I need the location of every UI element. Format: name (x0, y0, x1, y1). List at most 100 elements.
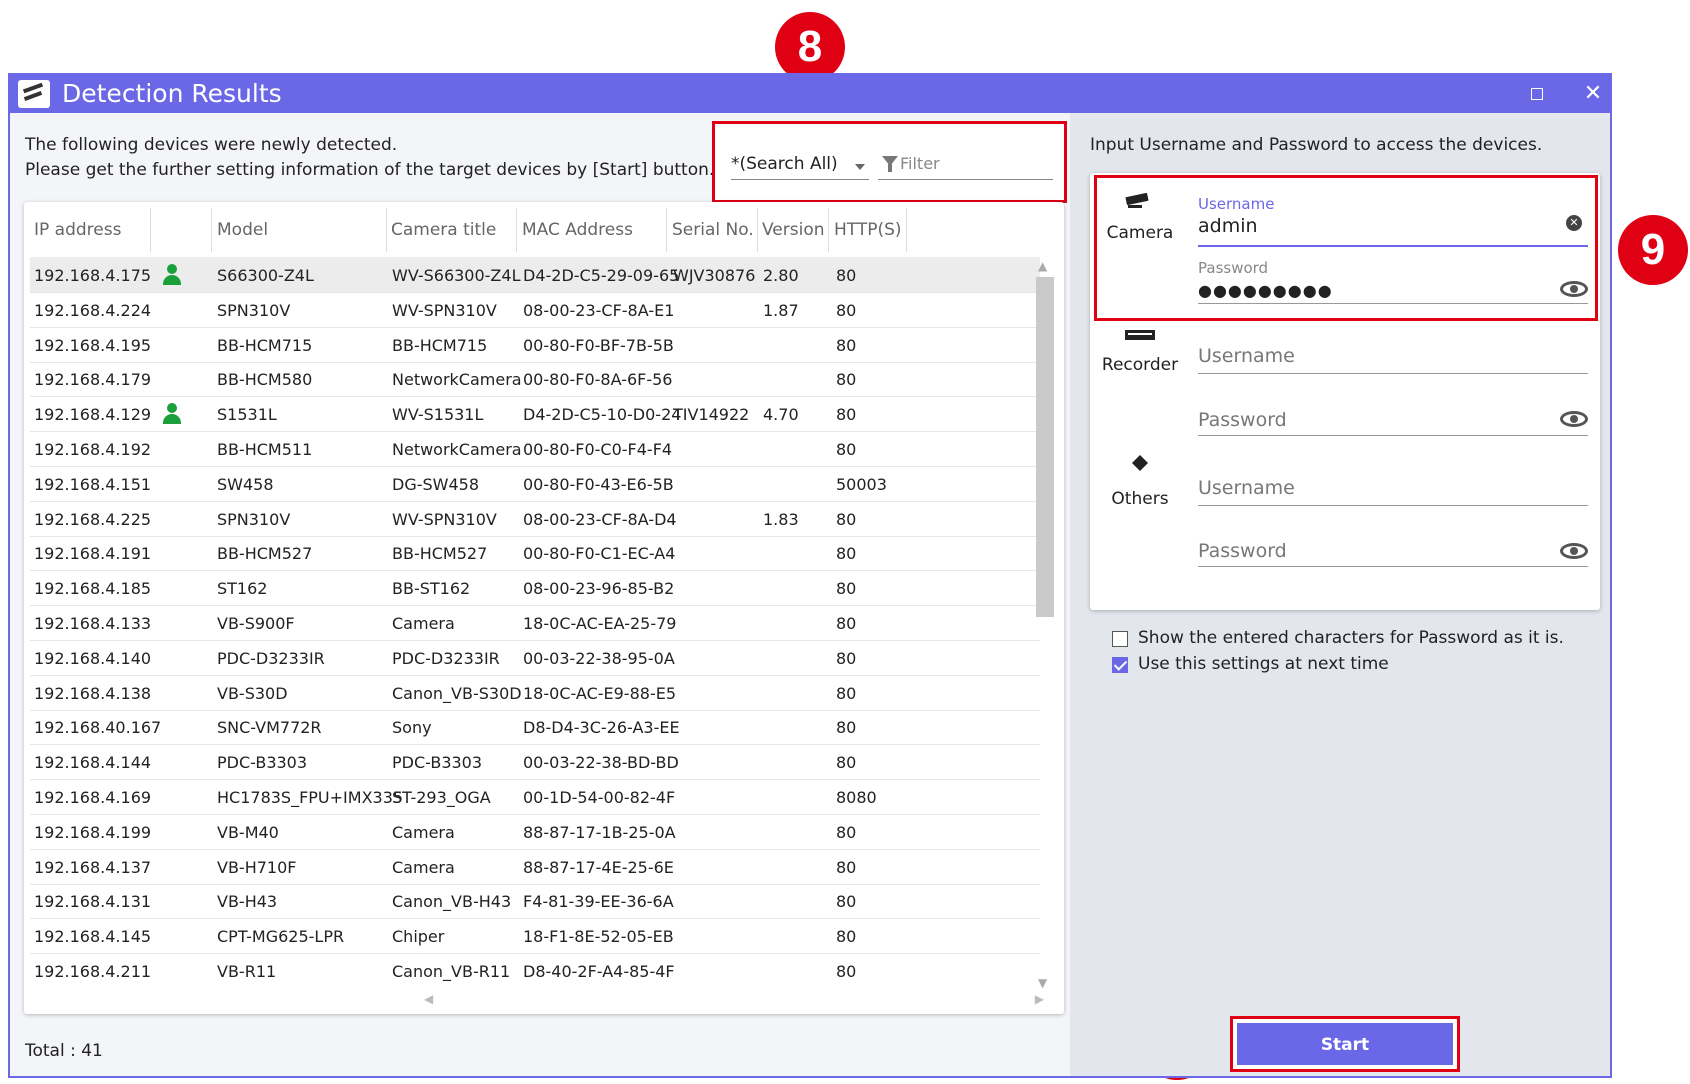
cell-http: 80 (836, 300, 857, 320)
cell-mac: 00-1D-54-00-82-4F (523, 788, 676, 807)
cell-http: 80 (836, 335, 857, 355)
use-next-time-checkbox[interactable] (1112, 657, 1128, 673)
table-row[interactable]: 192.168.4.224 SPN310V WV-SPN310V 08-00-23-C… (30, 292, 1040, 328)
scroll-down-icon[interactable]: ▼ (1038, 976, 1047, 990)
show-password-checkbox[interactable] (1112, 631, 1128, 647)
show-password-eye-icon[interactable] (1560, 281, 1588, 297)
column-header-ip[interactable]: IP address (34, 220, 121, 240)
cell-model: VB-S900F (217, 614, 295, 633)
recorder-show-password-eye-icon[interactable] (1560, 411, 1588, 427)
cell-http: 80 (836, 579, 857, 599)
others-diamond-icon (1132, 455, 1148, 471)
recorder-label: Recorder (1101, 355, 1179, 375)
horizontal-scrollbar[interactable]: ◀ ▶ (424, 992, 1044, 1010)
cell-mac: 18-0C-AC-EA-25-79 (523, 614, 677, 633)
cell-ip: 192.168.4.145 (34, 927, 152, 947)
table-row[interactable]: 192.168.4.133 VB-S900F Camera 18-0C-AC-EA-2… (30, 605, 1040, 641)
cell-ip: 192.168.4.225 (34, 509, 152, 529)
cell-http: 80 (836, 370, 857, 390)
cell-model: VB-M40 (217, 822, 279, 842)
table-row[interactable]: 192.168.4.169 HC1783S_FPU+IMX335 ST-293_OG… (30, 779, 1040, 815)
cell-ip: 192.168.4.192 (34, 440, 152, 459)
table-body: 192.168.4.175 S66300-Z4L WV-S66300-Z4L D4-2… (30, 257, 1040, 985)
camera-username-input[interactable] (1198, 245, 1588, 247)
callout-badge-9: 9 (1618, 215, 1688, 285)
clear-icon[interactable]: ✕ (1566, 215, 1582, 231)
others-show-password-eye-icon[interactable] (1560, 543, 1588, 559)
table-row[interactable]: 192.168.4.191 BB-HCM527 BB-HCM527 00-80-F0-… (30, 535, 1040, 572)
cell-http: 80 (836, 440, 857, 459)
cell-camera-title: Camera (392, 614, 455, 633)
cell-http: 80 (836, 509, 857, 529)
others-username-input[interactable] (1198, 505, 1588, 506)
cell-mac: 18-F1-8E-52-05-EB (523, 927, 674, 947)
close-button[interactable]: ✕ (1578, 81, 1608, 107)
scroll-left-icon[interactable]: ◀ (424, 992, 433, 1006)
others-label: Others (1111, 489, 1169, 509)
recorder-username-input[interactable] (1198, 373, 1588, 374)
maximize-button[interactable] (1522, 81, 1552, 107)
column-header-version[interactable]: Version (762, 220, 825, 240)
cell-model: PDC-D3233IR (217, 648, 325, 668)
cell-ip: 192.168.4.133 (34, 614, 152, 633)
cell-camera-title: WV-SPN310V (392, 509, 497, 529)
camera-label: Camera (1106, 223, 1174, 243)
scrollbar-thumb[interactable] (1036, 277, 1054, 617)
column-header-camera-title[interactable]: Camera title (391, 220, 496, 240)
table-row[interactable]: 192.168.4.140 PDC-D3233IR PDC-D3233IR 00-03… (30, 640, 1040, 676)
table-row[interactable]: 192.168.4.225 SPN310V WV-SPN310V 08-00-23-C… (30, 501, 1040, 537)
camera-password-input[interactable] (1198, 303, 1588, 304)
table-row[interactable]: 192.168.4.137 VB-H710F Camera 88-87-17-4E-2… (30, 849, 1040, 885)
table-row[interactable]: 192.168.4.179 BB-HCM580 NetworkCamera 00-80… (30, 361, 1040, 398)
table-row[interactable]: 192.168.4.211 VB-R11 Canon_VB-R11 D8-40-2F-… (30, 953, 1040, 985)
detection-results-window: Detection Results ✕ The following device… (8, 73, 1612, 1078)
table-row[interactable]: 192.168.4.144 PDC-B3303 PDC-B3303 00-03-22-… (30, 744, 1040, 781)
cell-camera-title: Camera (392, 822, 455, 842)
cell-camera-title: WV-S66300-Z4L (392, 266, 521, 285)
cell-camera-title: Camera (392, 857, 455, 877)
search-scope-dropdown[interactable]: *(Search All) (731, 154, 869, 180)
column-header-mac[interactable]: MAC Address (522, 220, 633, 240)
scroll-up-icon[interactable]: ▲ (1038, 259, 1047, 273)
filter-input[interactable]: Filter (878, 154, 1053, 180)
chevron-down-icon (855, 164, 865, 170)
table-row[interactable]: 192.168.4.145 CPT-MG625-LPR Chiper 18-F1-8E… (30, 918, 1040, 955)
cell-model: VB-S30D (217, 683, 288, 703)
user-status-icon (162, 264, 182, 286)
cell-camera-title: NetworkCamera (392, 440, 522, 459)
table-row[interactable]: 192.168.4.131 VB-H43 Canon_VB-H43 F4-81-39-… (30, 883, 1040, 920)
cell-ip: 192.168.4.195 (34, 335, 152, 355)
table-row[interactable]: 192.168.4.151 SW458 DG-SW458 00-80-F0-43-E6… (30, 466, 1040, 502)
table-row[interactable]: 192.168.4.199 VB-M40 Camera 88-87-17-1B-25-… (30, 814, 1040, 850)
cell-mac: 00-80-F0-43-E6-5B (523, 474, 674, 494)
cell-model: VB-H43 (217, 892, 278, 912)
table-row[interactable]: 192.168.4.192 BB-HCM511 NetworkCamera 00-80… (30, 431, 1040, 467)
cell-http: 80 (836, 962, 857, 981)
column-header-serial[interactable]: Serial No. (672, 220, 754, 240)
column-header-model[interactable]: Model (217, 220, 268, 240)
start-button[interactable]: Start (1237, 1023, 1453, 1065)
column-header-http[interactable]: HTTP(S) (834, 220, 902, 240)
recorder-password-input[interactable] (1198, 435, 1588, 436)
others-password-input[interactable] (1198, 566, 1588, 567)
table-row[interactable]: 192.168.4.195 BB-HCM715 BB-HCM715 00-80-F0-… (30, 327, 1040, 363)
table-row[interactable]: 192.168.40.167 SNC-VM772R Sony D8-D4-3C-26-… (30, 709, 1040, 746)
table-row[interactable]: 192.168.4.185 ST162 BB-ST162 08-00-23-96-85… (30, 570, 1040, 607)
cell-camera-title: BB-ST162 (392, 579, 471, 599)
camera-icon (1125, 193, 1149, 208)
camera-credentials-highlight (1094, 175, 1598, 321)
table-row[interactable]: 192.168.4.138 VB-S30D Canon_VB-S30D 18-0C-A… (30, 675, 1040, 711)
cell-mac: 88-87-17-1B-25-0A (523, 822, 676, 842)
scroll-right-icon[interactable]: ▶ (1035, 992, 1044, 1006)
cell-http: 80 (836, 266, 857, 285)
cell-camera-title: PDC-B3303 (392, 753, 483, 773)
table-row[interactable]: 192.168.4.175 S66300-Z4L WV-S66300-Z4L D4-2… (30, 257, 1040, 293)
cell-ip: 192.168.4.179 (34, 370, 152, 390)
cell-model: VB-H710F (217, 857, 297, 877)
vertical-scrollbar[interactable]: ▲ ▼ (1034, 257, 1056, 992)
cell-mac: 00-80-F0-C1-EC-A4 (523, 544, 676, 564)
table-row[interactable]: 192.168.4.129 S1531L WV-S1531L D4-2D-C5-10-… (30, 396, 1040, 433)
cell-http: 50003 (836, 474, 887, 494)
intro-line-2: Please get the further setting informati… (25, 160, 715, 180)
total-count: Total : 41 (25, 1041, 103, 1061)
